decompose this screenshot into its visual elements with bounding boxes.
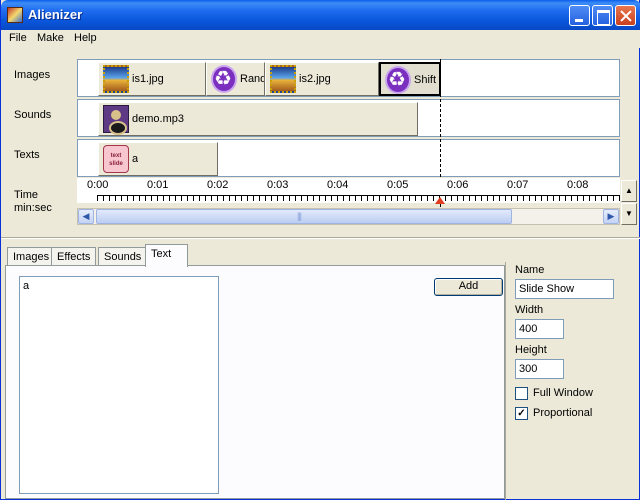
scroll-up-icon[interactable]: ▲ — [621, 180, 637, 202]
row-label-texts: Texts — [14, 149, 40, 161]
ruler-tick-label: 0:05 — [387, 179, 409, 191]
menu-help[interactable]: Help — [74, 32, 97, 44]
ruler-tick-label: 0:02 — [207, 179, 229, 191]
sounds-track[interactable]: demo.mp3 — [77, 99, 620, 137]
speaker-icon — [103, 105, 129, 135]
ruler-tick-label: 0:03 — [267, 179, 289, 191]
full-window-checkbox[interactable] — [515, 387, 528, 400]
sound-clip-demo[interactable]: demo.mp3 — [98, 102, 418, 136]
menu-file[interactable]: File — [9, 32, 27, 44]
clip-label: is1.jpg — [132, 73, 164, 85]
properties-panel: Name Slide Show Width 400 Height 300 Ful… — [505, 262, 640, 500]
tab-sounds[interactable]: Sounds — [98, 247, 148, 266]
ruler-tick-label: 0:01 — [147, 179, 169, 191]
window-title: Alienizer — [28, 7, 83, 22]
clip-label: Shift — [414, 74, 437, 86]
image-clip-is2[interactable]: is2.jpg — [265, 62, 379, 96]
width-field[interactable]: 400 — [515, 319, 564, 339]
clip-label: a — [132, 153, 139, 165]
timeline-vertical-scrollbar[interactable]: ▲ ▼ — [621, 180, 637, 225]
proportional-checkbox[interactable]: ✓ — [515, 407, 528, 420]
name-label: Name — [515, 264, 545, 276]
photo-icon — [103, 65, 129, 93]
slide-text-input[interactable]: a — [19, 276, 219, 494]
add-button[interactable]: Add — [434, 278, 503, 296]
recycle-icon — [211, 65, 237, 93]
image-clip-is1[interactable]: is1.jpg — [98, 62, 206, 96]
pane-splitter[interactable] — [1, 237, 640, 239]
full-window-label: Full Window — [533, 387, 593, 399]
minimize-button[interactable] — [569, 5, 590, 26]
text-clip-a[interactable]: text slide a — [98, 142, 218, 176]
close-button[interactable] — [615, 5, 636, 26]
texts-track[interactable]: text slide a — [77, 139, 620, 177]
scroll-down-icon[interactable]: ▼ — [621, 203, 637, 225]
image-clip-rand[interactable]: Rand — [206, 62, 265, 96]
maximize-button[interactable] — [592, 5, 613, 26]
title-bar[interactable]: Alienizer — [1, 0, 640, 30]
height-field[interactable]: 300 — [515, 359, 564, 379]
ruler-tick-label: 0:08 — [567, 179, 589, 191]
tab-images[interactable]: Images — [7, 247, 56, 266]
proportional-label: Proportional — [533, 407, 593, 419]
menu-bar: File Make Help — [1, 30, 640, 48]
clip-label: Rand — [240, 73, 264, 85]
scrollbar-thumb[interactable] — [96, 209, 512, 224]
recycle-icon — [385, 66, 411, 94]
ruler-ticks — [97, 195, 620, 201]
photo-icon — [270, 65, 296, 93]
ruler-tick-label: 0:06 — [447, 179, 469, 191]
tab-text[interactable]: Text — [145, 244, 188, 267]
ruler-tick-label: 0:04 — [327, 179, 349, 191]
width-label: Width — [515, 304, 544, 316]
images-track[interactable]: is1.jpg Rand is2.jpg Shift — [77, 59, 620, 97]
playhead-marker-icon[interactable] — [435, 197, 445, 204]
height-label: Height — [515, 344, 547, 356]
time-ruler[interactable]: 0:00 0:01 0:02 0:03 0:04 0:05 0:06 0:07 … — [77, 178, 620, 204]
ruler-tick-label: 0:07 — [507, 179, 529, 191]
tab-effects[interactable]: Effects — [51, 247, 97, 266]
name-field[interactable]: Slide Show — [515, 279, 614, 299]
scroll-left-icon[interactable]: ◀ — [78, 209, 94, 224]
text-tab-panel: a Add — [5, 265, 505, 499]
image-clip-shift[interactable]: Shift — [379, 62, 441, 96]
app-window: Alienizer File Make Help Images Sounds T… — [0, 0, 640, 500]
clip-label: is2.jpg — [299, 73, 331, 85]
app-icon — [7, 7, 23, 23]
row-label-time-unit: min:sec — [14, 202, 52, 214]
row-label-time: Time — [14, 189, 39, 201]
timeline-horizontal-scrollbar[interactable]: ◀ ▶ — [77, 208, 620, 225]
scroll-right-icon[interactable]: ▶ — [603, 209, 619, 224]
row-label-images: Images — [14, 69, 51, 81]
ruler-tick-label: 0:00 — [87, 179, 109, 191]
timeline: Images Sounds Texts Time min:sec is1.jpg… — [3, 51, 637, 235]
menu-make[interactable]: Make — [37, 32, 64, 44]
clip-label: demo.mp3 — [132, 113, 184, 125]
text-slide-icon: text slide — [103, 145, 129, 173]
row-label-sounds: Sounds — [14, 109, 52, 121]
